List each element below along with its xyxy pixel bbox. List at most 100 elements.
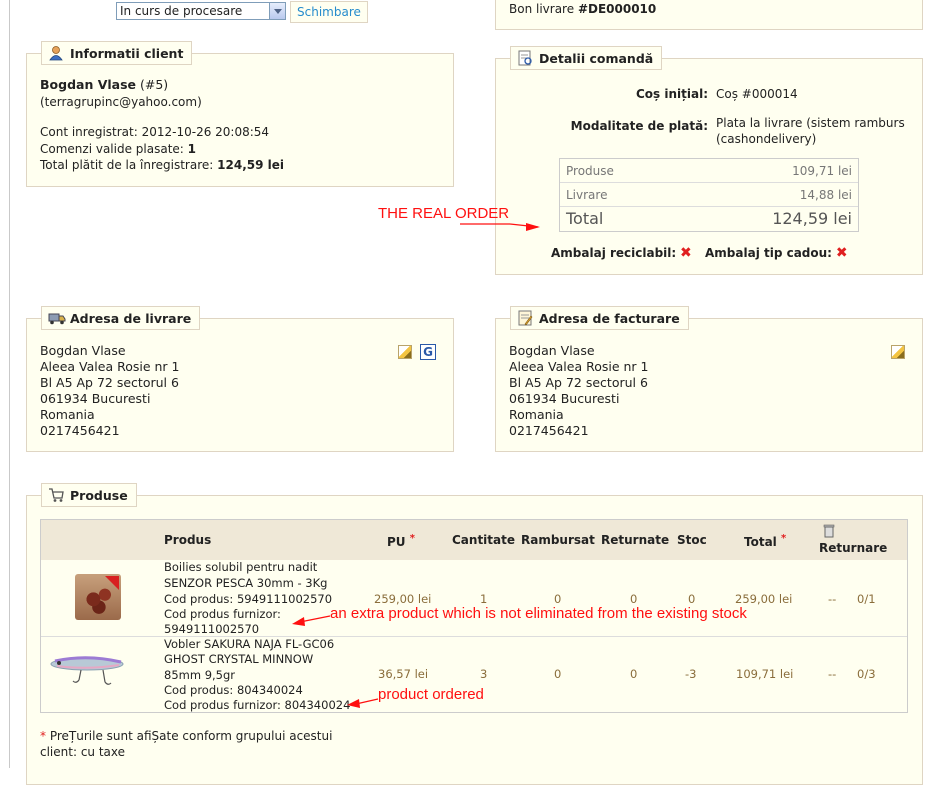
row-return: 0/1 (857, 592, 876, 606)
row-quantity: 3 (480, 667, 488, 681)
annotation-arrow-left (347, 698, 379, 708)
client-registered: Cont inregistrat: 2012-10-26 20:08:54 (40, 125, 270, 139)
client-orders: Comenzi valide plasate: 1 (40, 141, 196, 157)
products-legend: Produse (41, 483, 137, 507)
billing-address-line: Romania (509, 407, 564, 422)
payment-label: Modalitate de plată: (570, 119, 708, 133)
row-total: 109,71 lei (736, 667, 794, 681)
header-refunded: Rambursat (521, 533, 595, 547)
order-status-select[interactable]: In curs de procesare (116, 2, 286, 20)
client-name-line: Bogdan Vlase (#5) (40, 77, 168, 93)
header-asterisk: * (409, 533, 415, 544)
product-supplier-code-label: Cod produs furnizor: (164, 607, 281, 621)
product-name-line[interactable]: SENZOR PESCA 30mm - 3Kg (164, 576, 327, 592)
row-stock: -3 (685, 667, 697, 681)
price-footnote-line-2: client: cu taxe (40, 745, 126, 759)
chevron-down-icon[interactable] (269, 3, 285, 19)
price-footnote-line-1: * PreȚurile sunt afiȘate conform grupulu… (40, 728, 332, 744)
payment-line-2: (cashondelivery) (716, 132, 817, 146)
row-returned: 0 (630, 667, 638, 681)
client-info-legend: Informatii client (41, 41, 193, 65)
billing-address-line: Aleea Valea Rosie nr 1 (509, 359, 649, 374)
cart-value[interactable]: Coș #000014 (716, 86, 798, 102)
totals-row-products: Produse 109,71 lei (560, 159, 858, 183)
product-code: Cod produs: 5949111002570 (164, 592, 333, 606)
annotation-product-ordered: product ordered (378, 686, 484, 703)
row-unit-price: 36,57 lei (378, 667, 429, 681)
annotation-arrow-left (292, 615, 331, 626)
google-maps-icon[interactable]: G (420, 344, 436, 360)
totals-row-total: Total 124,59 lei (560, 207, 858, 232)
client-orders-label: Comenzi valide plasate: (40, 142, 184, 156)
grand-total-value: 124,59 lei (772, 209, 852, 228)
product-name-line[interactable]: Boilies solubil pentru nadit (164, 560, 317, 576)
client-total-value: 124,59 lei (217, 158, 284, 172)
cross-icon: ✖ (835, 245, 848, 261)
row-return-dash: -- (828, 592, 837, 606)
client-id: (#5) (140, 77, 169, 92)
header-asterisk: * (780, 533, 787, 544)
shipping-address-line: Bl A5 Ap 72 sectorul 6 (40, 375, 179, 390)
cart-label: Coș inițial: (636, 87, 708, 101)
row-refunded: 0 (554, 592, 562, 606)
edit-pencil-icon[interactable] (891, 345, 905, 359)
client-info-panel: Informatii client Bogdan Vlase (#5) (ter… (26, 41, 454, 187)
footnote-text-1: PreȚurile sunt afiȘate conform grupului … (49, 729, 333, 743)
header-quantity: Cantitate (452, 533, 516, 547)
change-status-button[interactable]: Schimbare (290, 1, 368, 23)
shopping-cart-icon (48, 487, 64, 503)
order-status-value: In curs de procesare (120, 4, 243, 18)
order-details-title: Detalii comandă (539, 50, 654, 66)
row-return-dash: -- (828, 667, 837, 681)
edit-pencil-icon[interactable] (398, 345, 412, 359)
product-thumbnail-vobler[interactable] (47, 648, 127, 698)
billing-address-line: 0217456421 (509, 423, 589, 438)
product-thumbnail-boilies[interactable] (75, 574, 121, 620)
product-supplier-code: Cod produs furnizor: 804340024 (164, 698, 351, 712)
recycle-packaging: Ambalaj reciclabil: ✖ (551, 245, 692, 261)
shipping-address-panel: Adresa de livrare G Bogdan Vlase Aleea V… (26, 306, 454, 452)
product-name-line[interactable]: 85mm 9,5gr (164, 668, 235, 684)
left-border-line (9, 0, 10, 768)
row-total: 259,00 lei (735, 592, 793, 606)
header-total-label: Total (744, 535, 777, 549)
product-name-line[interactable]: Vobler SAKURA NAJA FL-GC06 (164, 637, 334, 653)
row-refunded: 0 (554, 667, 562, 681)
product-name-line[interactable]: GHOST CRYSTAL MINNOW (164, 652, 313, 668)
header-returned: Returnate (601, 533, 670, 547)
shipping-address-line: 0217456421 (40, 423, 120, 438)
billing-address-title: Adresa de facturare (539, 310, 680, 326)
payment-line-1: Plata la livrare (sistem ramburs (716, 116, 905, 130)
row-return: 0/3 (857, 667, 876, 681)
order-details-legend: Detalii comandă (510, 46, 663, 70)
client-name[interactable]: Bogdan Vlase (40, 77, 136, 92)
billing-address-line: Bogdan Vlase (509, 343, 595, 358)
products-title: Produse (70, 487, 128, 503)
shipping-address-line: Aleea Valea Rosie nr 1 (40, 359, 180, 374)
annotation-real-order: THE REAL ORDER (378, 205, 510, 222)
gift-packaging: Ambalaj tip cadou: ✖ (705, 245, 848, 261)
billing-address-panel: Adresa de facturare Bogdan Vlase Aleea V… (495, 306, 923, 452)
truck-icon (48, 310, 66, 326)
client-orders-value: 1 (187, 142, 197, 156)
shipping-total-label: Livrare (566, 188, 608, 202)
annotation-extra-product: an extra product which is not eliminated… (330, 605, 747, 622)
shipping-address-line: Romania (40, 407, 95, 422)
gift-label: Ambalaj tip cadou: (705, 246, 832, 260)
recycle-label: Ambalaj reciclabil: (551, 246, 677, 260)
header-product: Produs (164, 533, 212, 547)
user-icon (48, 45, 64, 61)
order-totals-table: Produse 109,71 lei Livrare 14,88 lei Tot… (559, 158, 859, 232)
header-total: Total * (744, 533, 786, 549)
totals-row-shipping: Livrare 14,88 lei (560, 183, 858, 207)
product-code: Cod produs: 804340024 (164, 683, 303, 697)
products-total-label: Produse (566, 164, 614, 178)
client-total-label: Total plătit de la înregistrare: (40, 158, 214, 172)
products-table-header: Produs PU * Cantitate Rambursat Returnat… (41, 520, 907, 560)
cross-icon: ✖ (680, 245, 692, 261)
header-unit-price-label: PU (387, 535, 406, 549)
annotation-arrow-right (460, 223, 540, 231)
shipping-address-line: 061934 Bucuresti (40, 391, 151, 406)
footnote-asterisk: * (40, 729, 46, 743)
shipping-total-value: 14,88 lei (799, 188, 852, 202)
